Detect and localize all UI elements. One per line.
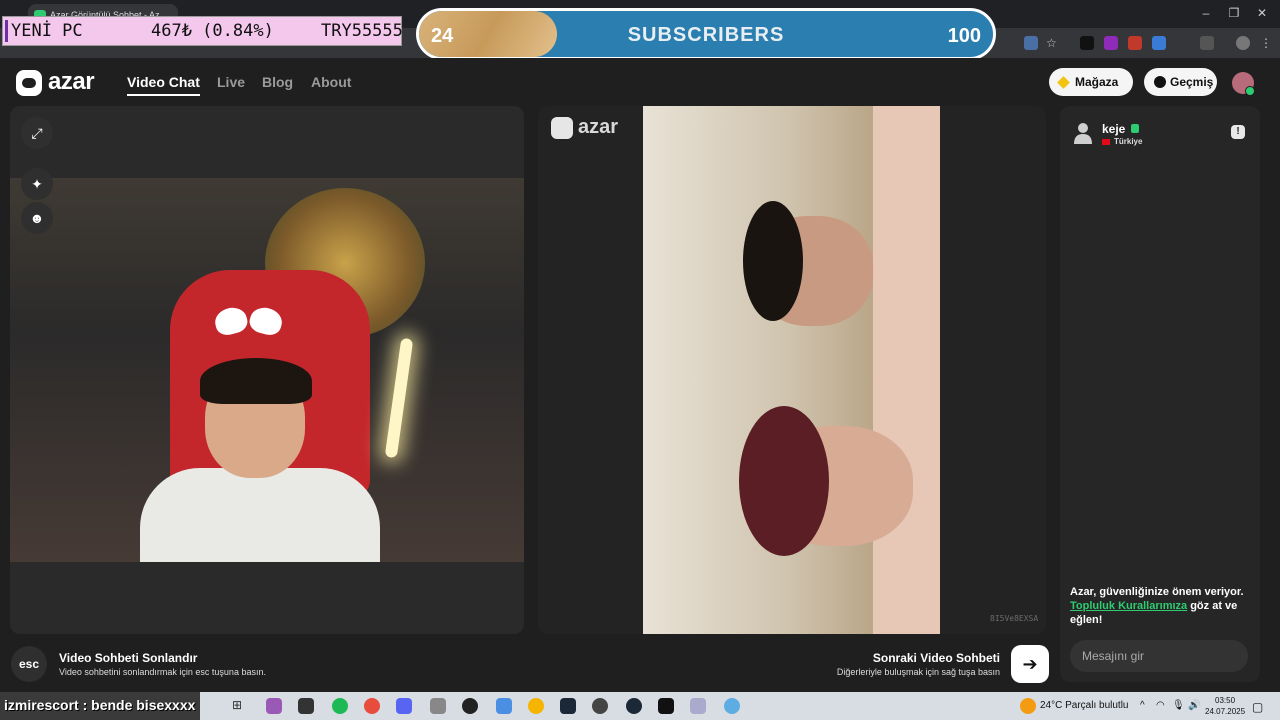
subscriber-goal-bar: SUBSCRIBERS 24 100 [416, 8, 996, 60]
menu-dots-icon[interactable]: ⋮ [1260, 36, 1274, 50]
cast-icon[interactable] [1024, 36, 1038, 50]
azar-watermark: azar [578, 116, 619, 138]
next-chat-button[interactable]: ➔ [1011, 645, 1049, 683]
nav-live[interactable]: Live [217, 74, 245, 90]
person-shirt [140, 468, 380, 562]
settings-icon[interactable] [724, 698, 740, 714]
arrow-right-icon: ➔ [1022, 654, 1038, 674]
ticker-marker [5, 20, 8, 42]
puzzle-icon[interactable] [1200, 36, 1214, 50]
shield-extension-icon[interactable] [1152, 36, 1166, 50]
store-label: Mağaza [1075, 75, 1119, 89]
next-chat-hint: Diğerleriyle buluşmak için sağ tuşa bası… [836, 667, 1000, 677]
extension-icon[interactable] [1128, 36, 1142, 50]
person-hair [200, 358, 312, 404]
community-rules-link[interactable]: Topluluk Kurallarımıza [1070, 600, 1187, 612]
azar-watermark-icon [551, 117, 573, 139]
profile-icon[interactable] [1236, 36, 1250, 50]
nav-video-chat[interactable]: Video Chat [127, 74, 200, 96]
end-chat-button[interactable]: esc [11, 646, 47, 682]
extension-icon[interactable] [1080, 36, 1094, 50]
file-explorer-icon[interactable] [496, 698, 512, 714]
discord-icon[interactable] [396, 698, 412, 714]
clock-icon [1154, 76, 1166, 88]
notification-badge [1245, 86, 1255, 96]
tray-chevron-icon[interactable]: ^ [1140, 700, 1145, 711]
app-icon[interactable] [430, 698, 446, 714]
effects-sparkle-icon[interactable]: ✦ [21, 168, 53, 200]
screen: Azar Görüntülü Sohbet - Az... – ❐ ✕ ☆ ⋮ … [0, 0, 1280, 720]
verified-shield-icon [1131, 124, 1139, 133]
maximize-icon[interactable]: ❐ [1224, 6, 1244, 20]
terminal-icon[interactable] [658, 698, 674, 714]
report-icon[interactable]: ! [1231, 125, 1245, 139]
copilot-icon[interactable] [266, 698, 282, 714]
task-view-icon[interactable]: ⊞ [232, 698, 248, 714]
end-chat-title: Video Sohbeti Sonlandır [59, 651, 198, 665]
weather-icon [1020, 698, 1036, 714]
subscriber-label: SUBSCRIBERS [627, 24, 785, 46]
nav-blog[interactable]: Blog [262, 74, 293, 90]
safety-notice: Azar, güvenliğinize önem veriyor. Toplul… [1070, 585, 1250, 627]
history-label: Geçmiş [1170, 75, 1214, 89]
system-clock[interactable]: 03:50 24.07.2025 [1205, 695, 1245, 717]
partner-name: keje [1102, 122, 1126, 136]
obs-icon[interactable] [462, 698, 478, 714]
message-input[interactable] [1070, 640, 1248, 672]
turkey-flag-icon [1102, 139, 1110, 145]
partner-avatar-icon [1074, 123, 1092, 144]
ticker-value: 467₺ (0.84%) [151, 21, 274, 41]
bookmark-star-icon[interactable]: ☆ [1046, 36, 1060, 50]
lightsaber-lamp [384, 337, 414, 459]
media-player-icon[interactable] [298, 698, 314, 714]
opera-icon[interactable] [364, 698, 380, 714]
remote-person-body [873, 106, 940, 634]
face-filter-icon[interactable]: ☻ [21, 202, 53, 234]
subscriber-count: 24 [431, 25, 454, 47]
steam-icon[interactable] [560, 698, 576, 714]
subscriber-goal: 100 [947, 25, 981, 47]
app-icon[interactable] [592, 698, 608, 714]
spotify-icon[interactable] [332, 698, 348, 714]
store-button[interactable]: Mağaza [1049, 68, 1133, 96]
stock-ticker-overlay: YENİ PC 467₺ (0.84%) TRY55555 [2, 16, 403, 46]
end-chat-hint: Video sohbetini sonlandırmak için esc tu… [59, 667, 266, 677]
next-chat-title: Sonraki Video Sohbeti [872, 651, 1000, 665]
close-window-icon[interactable]: ✕ [1252, 6, 1272, 20]
remote-person-hair-2 [739, 406, 829, 556]
microphone-icon[interactable]: 🎙 [1172, 700, 1185, 711]
notification-icon[interactable]: ▢ [1252, 700, 1263, 714]
partner-country: Türkiye [1114, 137, 1143, 146]
minimize-icon[interactable]: – [1196, 6, 1216, 20]
volume-icon[interactable]: 🔊 [1188, 700, 1200, 711]
diamond-icon [1057, 76, 1070, 89]
clock-time: 03:50 [1215, 696, 1236, 705]
ticker-code: TRY55555 [321, 21, 403, 41]
session-code: 8I5Ve8EXSA [990, 614, 1039, 623]
safety-text: Azar, güvenliğinize önem veriyor. [1070, 586, 1244, 598]
azar-logo-icon[interactable] [16, 70, 42, 96]
remote-camera-feed [643, 106, 940, 634]
history-button[interactable]: Geçmiş [1144, 68, 1217, 96]
nav-about[interactable]: About [311, 74, 351, 90]
steam-client-icon[interactable] [626, 698, 642, 714]
stream-chat-message: izmirescort : bende bisexxxx [4, 697, 196, 713]
remote-person-hair-1 [743, 201, 803, 321]
expand-icon[interactable]: ⤢ [21, 117, 53, 149]
azar-logo-text[interactable]: azar [48, 68, 95, 96]
app-icon[interactable] [690, 698, 706, 714]
weather-text[interactable]: 24°C Parçalı bulutlu [1040, 700, 1129, 711]
local-camera-feed [10, 178, 524, 562]
twitch-extension-icon[interactable] [1104, 36, 1118, 50]
clock-date: 24.07.2025 [1205, 707, 1246, 716]
ticker-label: YENİ PC [11, 21, 83, 41]
chrome-icon[interactable] [528, 698, 544, 714]
wifi-icon[interactable]: ◠ [1156, 700, 1165, 711]
